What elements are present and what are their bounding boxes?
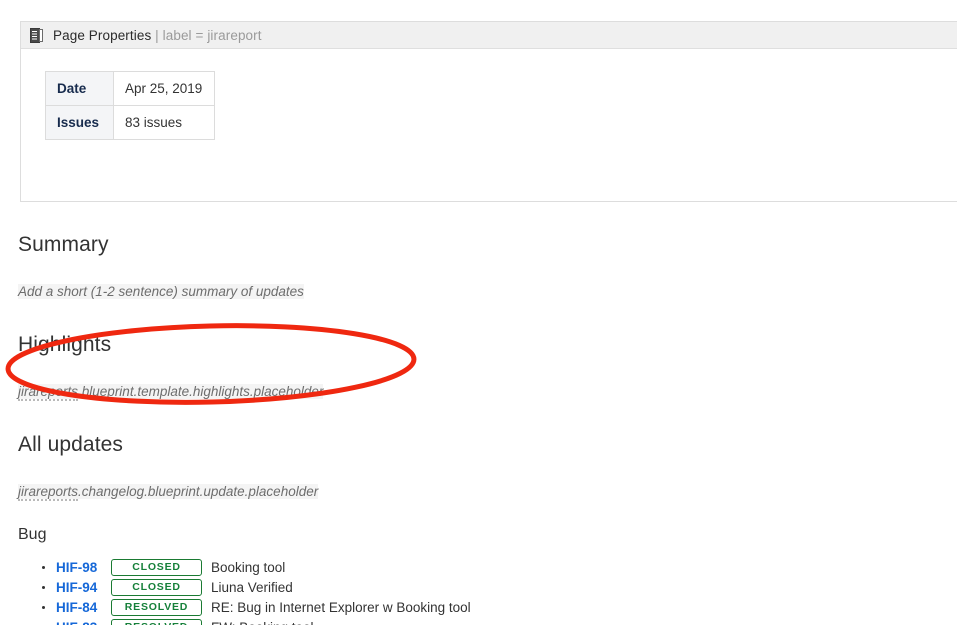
issue-list: HIF-98 CLOSED Booking tool HIF-94 CLOSED… <box>18 557 938 625</box>
all-updates-placeholder-row: jirareports.changelog.blueprint.update.p… <box>18 482 938 502</box>
table-header-issues: Issues <box>45 105 114 140</box>
issue-key-link[interactable]: HIF-84 <box>56 600 104 615</box>
status-badge: RESOLVED <box>111 618 202 625</box>
macro-title-text: Page Properties <box>53 27 152 43</box>
highlights-placeholder-prefix: jirareports <box>18 384 79 401</box>
issue-summary: Liuna Verified <box>211 579 293 595</box>
list-item: HIF-94 CLOSED Liuna Verified <box>18 577 938 597</box>
page-properties-macro-header[interactable]: Page Properties | label = jirareport <box>21 22 957 49</box>
status-badge: CLOSED <box>111 578 202 596</box>
summary-placeholder[interactable]: Add a short (1-2 sentence) summary of up… <box>18 284 304 299</box>
issue-summary: Booking tool <box>211 559 286 575</box>
table-cell-issues-value: 83 issues <box>113 105 215 140</box>
issue-summary: FW: Booking tool <box>211 620 314 625</box>
issue-key-link[interactable]: HIF-98 <box>56 560 104 575</box>
table-header-date: Date <box>45 71 114 106</box>
summary-heading: Summary <box>18 233 109 256</box>
issue-summary: RE: Bug in Internet Explorer w Booking t… <box>211 599 471 615</box>
status-badge: RESOLVED <box>111 598 202 616</box>
macro-label-expression: | label = jirareport <box>155 27 262 43</box>
issue-key-link[interactable]: HIF-83 <box>56 620 104 625</box>
page-details-table: Date Apr 25, 2019 Issues 83 issues <box>45 71 215 140</box>
table-row: Issues 83 issues <box>45 105 215 140</box>
highlights-placeholder[interactable]: jirareports.blueprint.template.highlight… <box>18 384 324 401</box>
all-updates-placeholder[interactable]: jirareports.changelog.blueprint.update.p… <box>18 484 319 501</box>
summary-placeholder-row: Add a short (1-2 sentence) summary of up… <box>18 282 938 302</box>
page-properties-macro-body: Date Apr 25, 2019 Issues 83 issues <box>21 49 957 201</box>
table-row: Date Apr 25, 2019 <box>45 71 215 106</box>
all-updates-placeholder-prefix: jirareports <box>18 484 79 501</box>
page-root: Page Properties | label = jirareport Dat… <box>0 0 957 625</box>
all-updates-placeholder-rest: .changelog.blueprint.update.placeholder <box>78 484 319 499</box>
page-properties-macro[interactable]: Page Properties | label = jirareport Dat… <box>20 21 957 202</box>
page-properties-icon <box>30 27 43 43</box>
status-badge: CLOSED <box>111 558 202 576</box>
highlights-placeholder-row: jirareports.blueprint.template.highlight… <box>18 382 938 402</box>
page-properties-macro-title: Page Properties | label = jirareport <box>53 28 262 43</box>
list-item: HIF-83 RESOLVED FW: Booking tool <box>18 617 938 625</box>
page-content: Summary Add a short (1-2 sentence) summa… <box>18 231 938 625</box>
issue-group-heading: Bug <box>18 526 47 543</box>
table-cell-date-value: Apr 25, 2019 <box>113 71 215 106</box>
list-item: HIF-84 RESOLVED RE: Bug in Internet Expl… <box>18 597 938 617</box>
issue-key-link[interactable]: HIF-94 <box>56 580 104 595</box>
all-updates-heading: All updates <box>18 433 124 456</box>
highlights-heading: Highlights <box>18 333 112 356</box>
list-item: HIF-98 CLOSED Booking tool <box>18 557 938 577</box>
highlights-placeholder-rest: .blueprint.template.highlights.placehold… <box>78 384 324 399</box>
